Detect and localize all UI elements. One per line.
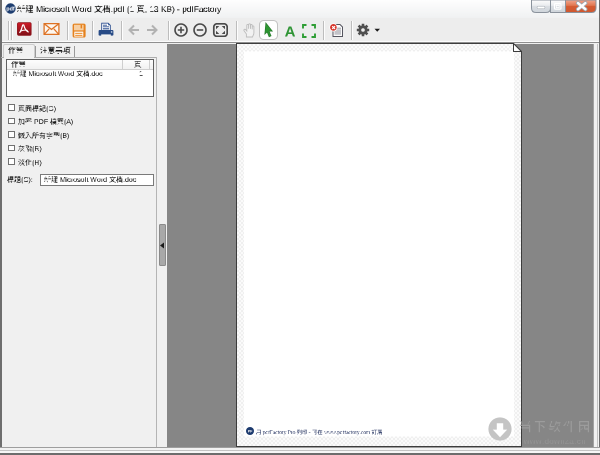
svg-text:A: A [284,23,295,38]
svg-text:PF: PF [248,429,253,433]
svg-text:pdf: pdf [6,7,15,13]
